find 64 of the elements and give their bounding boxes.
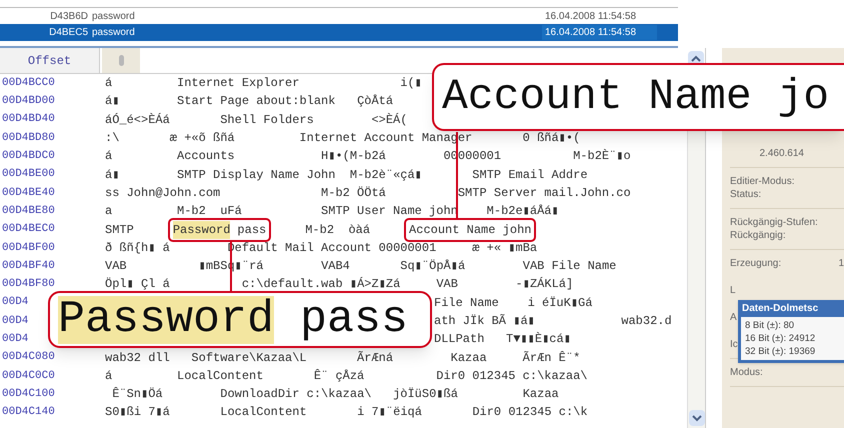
info-label: Status:: [730, 188, 762, 201]
callout-text: pass: [300, 296, 408, 344]
hex-ascii-text: wab32 dll Software\Kazaa\L ÃrÆná Kazaa ÃrÆn Ê¨*: [104, 350, 580, 367]
offset-text: D43B6D: [49, 10, 89, 24]
offset-cell-text: 00D4BF00: [1, 240, 56, 256]
hex-ascii-text: á Internet Explorer i(▮: [104, 75, 422, 92]
info-value: 2.460.614: [760, 147, 805, 160]
hex-ascii-text: File Name i éÏuK▮Gá: [434, 294, 592, 312]
hex-ascii-text: Ê¨Sn▮Öá DownloadDir c:\kazaa\ jòÏüS0▮ßá Kazaa: [111, 386, 559, 404]
hex-ascii-text: á▮ Start Page about:blank ÇòÅtá: [104, 93, 394, 110]
interpreter-value: 8 Bit (±): 80: [745, 319, 794, 332]
offset-cell-text: 00D4BDC0: [1, 149, 56, 164]
info-label: L: [730, 284, 736, 297]
hex-ascii-text: SMTP: [105, 222, 134, 239]
info-label: Editier-Modus:: [730, 175, 794, 188]
column-header[interactable]: Offset: [0, 48, 100, 73]
hex-ascii-text: Öpl▮ Çl á c:\default.wab ▮Á>Z▮Zá VAB -▮ZÁKLá]: [104, 276, 574, 294]
file-list-row[interactable]: D43B6D password 16.04.2008 11:54:58: [0, 7, 678, 24]
hex-ascii-text: M-b2 òàá: [305, 222, 370, 239]
scroll-down-icon[interactable]: [688, 410, 704, 426]
offset-cell-text: 00D4BF80: [1, 277, 56, 292]
info-value: 1: [838, 257, 844, 270]
callout-text: Account Name jo: [442, 73, 830, 121]
offset-cell-text: 00D4BEC0: [1, 222, 56, 238]
highlighted-text: Password: [172, 220, 230, 239]
info-label: Rückgängig-Stufen:: [730, 216, 818, 229]
info-label: Erzeugung:: [730, 257, 782, 270]
hex-ascii-text: á▮ SMTP Display Name John M-b2è¨«çá▮ SMTP Email Addre: [104, 166, 588, 184]
date-text: 16.04.2008 11:54:58: [542, 25, 657, 40]
interpreter-value: 16 Bit (±): 24912: [745, 332, 816, 345]
info-label: A: [730, 311, 737, 324]
offset-cell-text: 00D4BD00: [1, 94, 56, 110]
file-name-text: password: [92, 10, 136, 24]
offset-cell-text: 00D4: [1, 295, 30, 310]
offset-cell-text: 00D4C080: [1, 350, 56, 366]
hex-ascii-text: á LocalContent Ê¨ çÅzá Dir0 012345 c:\kazaa\: [104, 368, 588, 385]
offset-cell-text: 00D4BCC0: [1, 76, 56, 91]
offset-cell-text: 00D4BD80: [1, 130, 56, 146]
file-list-row[interactable]: D4BEC5 password 16.04.2008 11:54:58: [0, 24, 678, 41]
hex-ascii-text: Account Name john: [409, 222, 532, 239]
tab-marker-icon: [118, 55, 124, 66]
offset-cell-text: 00D4BE80: [1, 204, 56, 219]
info-label: Ic: [730, 338, 738, 351]
info-label: Rückgängig:: [730, 229, 786, 242]
hex-ascii-text: S0▮ßi 7▮á LocalContent i 7▮¨ëiqá Dir0 012345 c:\k: [104, 404, 588, 422]
offset-cell-text: 00D4BE00: [1, 167, 56, 182]
offset-cell-text: 00D4BD40: [1, 112, 56, 128]
interpreter-value: 32 Bit (±): 19369: [745, 345, 816, 358]
window-title: Daten-Dolmetsc: [741, 302, 820, 316]
offset-cell-text: 00D4BE40: [1, 186, 56, 201]
hex-ascii-text: ath JÏk BÃ ▮á▮ wab32.d: [434, 313, 672, 330]
hex-ascii-text: áÓ_é<>ÈÁá Shell Folders <>ÈÁ(: [104, 112, 408, 129]
hex-ascii-text: DLLPath T▼▮▮È▮cá▮: [434, 331, 571, 348]
highlighted-text: Password: [58, 296, 274, 344]
offset-text: D4BEC5: [48, 26, 89, 40]
file-name-text: password: [92, 26, 136, 40]
info-label: Modus:: [730, 366, 763, 379]
hex-ascii-text: ss John@John.com M-b2 ÖÖtá SMTP Server mail.John.co: [104, 184, 631, 202]
offset-cell-text: 00D4C140: [1, 405, 56, 420]
hex-ascii-text: pass: [237, 222, 266, 239]
offset-cell-text: 00D4C0C0: [1, 368, 56, 384]
offset-cell-text: 00D4: [1, 332, 30, 348]
offset-cell-text: 00D4BF40: [1, 258, 56, 274]
offset-cell-text: 00D4C100: [1, 386, 56, 402]
